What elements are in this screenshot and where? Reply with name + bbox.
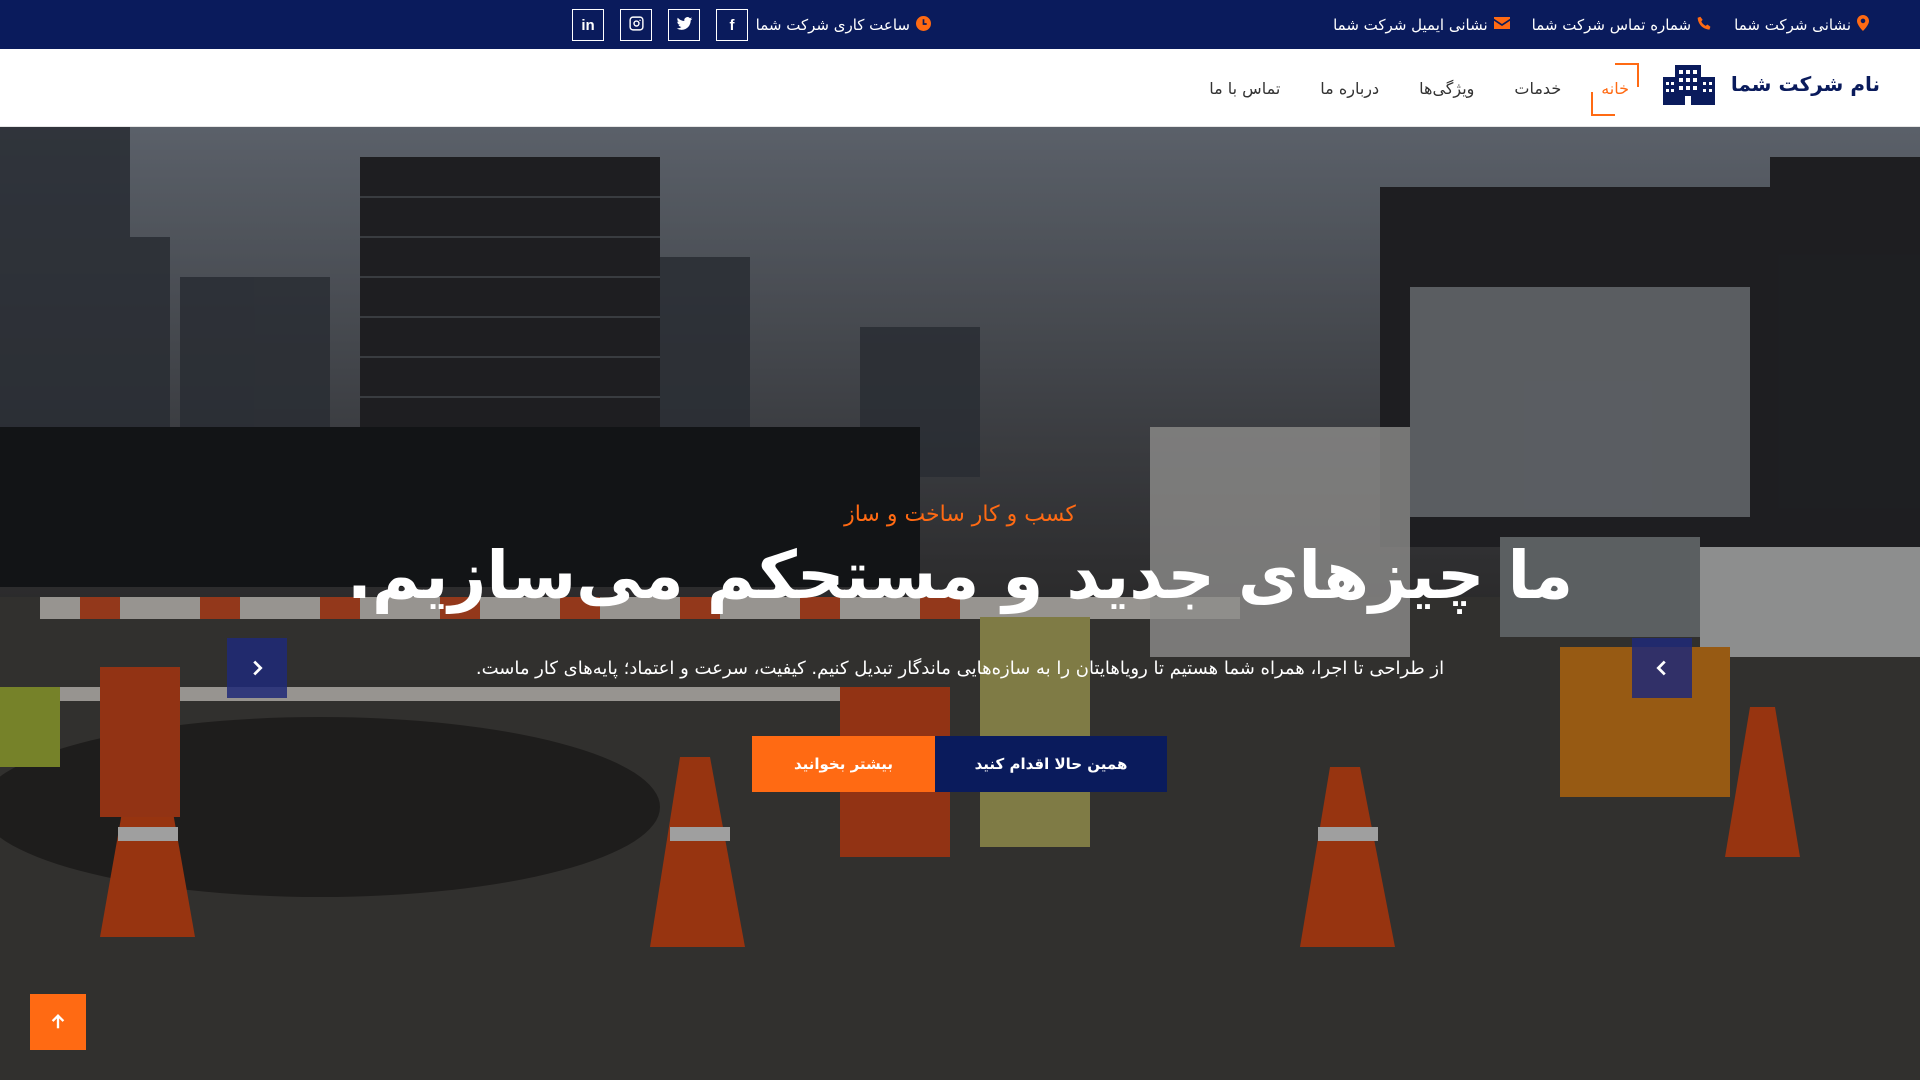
back-to-top-button[interactable]: [30, 994, 86, 1050]
nav-menu: خانه خدمات ویژگی‌ها درباره ما تماس با ما: [1203, 49, 1639, 127]
hero-content: کسب و کار ساخت و ساز ما چیزهای جدید و مس…: [0, 127, 1920, 1080]
clock-icon: [916, 15, 931, 34]
nav-item-features[interactable]: ویژگی‌ها: [1413, 73, 1480, 104]
contact-info: نشانی شرکت شما شماره تماس شرکت شما نشانی…: [1333, 0, 1869, 49]
phone-item[interactable]: شماره تماس شرکت شما: [1532, 16, 1712, 34]
envelope-icon: [1493, 17, 1510, 32]
top-bar: نشانی شرکت شما شماره تماس شرکت شما نشانی…: [0, 0, 1920, 49]
hero-title: ما چیزهای جدید و مستحکم می‌سازیم.: [346, 537, 1574, 614]
chevron-left-icon: [1656, 660, 1666, 676]
brand[interactable]: نام شرکت شما: [1662, 63, 1880, 105]
act-now-button[interactable]: همین حالا اقدام کنید: [935, 736, 1167, 792]
linkedin-icon: in: [581, 16, 595, 34]
hours-text: ساعت کاری شرکت شما: [755, 15, 910, 34]
arrow-up-icon: [51, 1014, 65, 1029]
read-more-button[interactable]: بیشتر بخوانید: [752, 736, 935, 792]
hero-buttons: بیشتر بخوانید همین حالا اقدام کنید: [752, 736, 1167, 792]
address-item: نشانی شرکت شما: [1734, 15, 1869, 34]
nav-item-home[interactable]: خانه: [1591, 62, 1639, 116]
twitter-button[interactable]: [668, 9, 700, 41]
phone-icon: [1697, 16, 1712, 34]
hero-subtitle: کسب و کار ساخت و ساز: [844, 502, 1076, 527]
chevron-right-icon: [253, 660, 263, 676]
nav-item-services[interactable]: خدمات: [1508, 73, 1567, 104]
building-logo-icon: [1662, 63, 1715, 105]
phone-text: شماره تماس شرکت شما: [1531, 15, 1692, 34]
address-text: نشانی شرکت شما: [1734, 15, 1851, 34]
email-text: نشانی ایمیل شرکت شما: [1333, 15, 1488, 34]
slider-next-button[interactable]: [227, 638, 287, 698]
working-hours: ساعت کاری شرکت شما: [756, 0, 931, 49]
map-marker-icon: [1857, 15, 1869, 34]
twitter-icon: [676, 15, 693, 36]
social-links: in f: [572, 9, 748, 41]
brand-name: نام شرکت شما: [1730, 72, 1880, 96]
instagram-button[interactable]: [620, 9, 652, 41]
facebook-icon: f: [729, 16, 735, 34]
slider-prev-button[interactable]: [1632, 638, 1692, 698]
main-navbar: نام شرکت شما خانه خدمات: [0, 49, 1920, 127]
facebook-button[interactable]: f: [716, 9, 748, 41]
nav-item-contact[interactable]: تماس با ما: [1203, 73, 1286, 104]
instagram-icon: [628, 15, 645, 36]
linkedin-button[interactable]: in: [572, 9, 604, 41]
email-item[interactable]: نشانی ایمیل شرکت شما: [1333, 16, 1510, 34]
nav-item-about[interactable]: درباره ما: [1314, 73, 1385, 104]
hero-slider: کسب و کار ساخت و ساز ما چیزهای جدید و مس…: [0, 127, 1920, 1080]
